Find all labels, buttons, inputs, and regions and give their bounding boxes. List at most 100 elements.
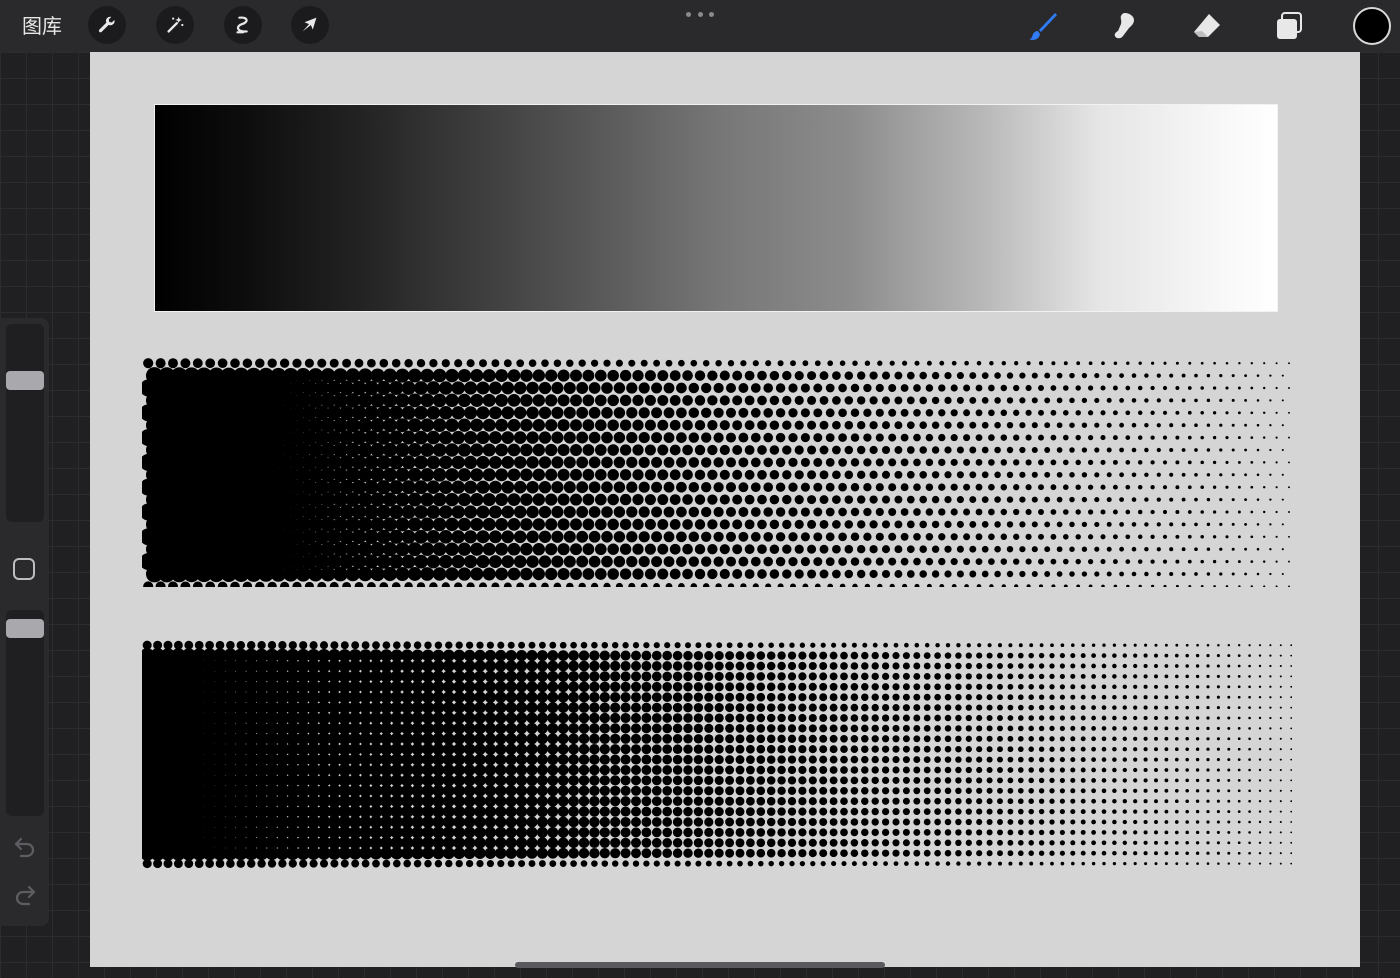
halftone-dot [516, 359, 525, 368]
halftone-dot [794, 495, 804, 505]
halftone-dot [750, 457, 761, 468]
halftone-dot [782, 494, 792, 505]
halftone-dot [701, 531, 712, 542]
halftone-dot [1137, 559, 1143, 564]
halftone-dot [832, 520, 841, 529]
halftone-dot [1279, 716, 1282, 720]
layers-tool[interactable] [1271, 8, 1307, 44]
halftone-dot [420, 393, 435, 408]
halftone-dot [775, 556, 786, 567]
halftone-dot [1007, 850, 1014, 857]
halftone-dot [682, 370, 693, 381]
color-picker-button[interactable] [1353, 7, 1391, 45]
halftone-dot [491, 359, 500, 368]
halftone-dot [357, 541, 373, 557]
halftone-dot [1122, 695, 1127, 700]
halftone-dot [1290, 717, 1292, 719]
halftone-dot [788, 408, 798, 418]
halftone-dot [1164, 736, 1169, 741]
halftone-dot [557, 660, 569, 672]
halftone-dot [1227, 706, 1231, 710]
halftone-dot [997, 746, 1003, 753]
halftone-dot [601, 407, 613, 419]
halftone-dot [1044, 471, 1051, 478]
halftone-dot [872, 861, 878, 867]
brush-size-slider-thumb[interactable] [6, 371, 44, 390]
halftone-dot [981, 496, 989, 503]
drawing-canvas[interactable] [90, 52, 1360, 967]
opacity-slider[interactable] [6, 610, 44, 816]
halftone-dot [986, 756, 993, 763]
opacity-slider-thumb[interactable] [6, 619, 44, 638]
halftone-dot [638, 481, 650, 493]
halftone-dot [787, 838, 797, 847]
halftone-dot [881, 421, 891, 430]
halftone-dot [557, 827, 569, 838]
halftone-dot [441, 582, 450, 587]
halftone-dot [557, 543, 570, 556]
halftone-dot [1187, 559, 1192, 564]
halftone-dot [416, 582, 426, 587]
halftone-dot [484, 649, 497, 662]
halftone-dot [1075, 434, 1081, 441]
halftone-dot [881, 495, 891, 504]
halftone-dot [704, 765, 714, 775]
halftone-dot [168, 358, 178, 369]
halftone-dot [1206, 448, 1211, 452]
halftone-dot [576, 481, 589, 494]
eraser-tool[interactable] [1189, 8, 1225, 44]
halftone-dot [1070, 767, 1076, 773]
halftone-dot [474, 732, 486, 745]
actions-button[interactable] [88, 6, 126, 44]
halftone-dot [683, 786, 693, 796]
transform-button[interactable] [291, 6, 329, 44]
halftone-dot [1075, 484, 1081, 490]
halftone-dot [632, 642, 640, 649]
halftone-dot [453, 722, 466, 735]
halftone-dot [893, 861, 899, 866]
halftone-dot [863, 383, 872, 393]
halftone-dot [1163, 584, 1167, 587]
smudge-tool[interactable] [1107, 8, 1143, 44]
brush-size-slider[interactable] [6, 324, 44, 522]
halftone-dot [342, 358, 352, 368]
modify-button[interactable] [13, 558, 35, 580]
halftone-dot [737, 642, 743, 649]
gallery-button[interactable]: 图库 [14, 10, 70, 42]
halftone-dot [1185, 716, 1189, 720]
halftone-dot [735, 838, 745, 848]
halftone-dot [913, 766, 921, 774]
halftone-dot [1162, 460, 1168, 465]
halftone-dot [638, 407, 650, 419]
halftone-dot [900, 384, 909, 392]
home-indicator[interactable] [515, 962, 885, 968]
halftone-dot [503, 582, 512, 587]
halftone-dot [442, 805, 455, 818]
halftone-dot [1248, 862, 1251, 865]
undo-icon[interactable] [12, 834, 38, 860]
halftone-dot [568, 764, 579, 776]
halftone-dot [913, 557, 921, 566]
halftone-dot [1091, 684, 1096, 690]
halftone-dot [840, 849, 848, 858]
halftone-dot [520, 369, 533, 382]
selection-button[interactable] [224, 6, 262, 44]
halftone-dot [725, 723, 735, 733]
adjustments-button[interactable] [156, 6, 194, 44]
redo-icon[interactable] [12, 882, 38, 908]
halftone-dot [701, 432, 712, 443]
halftone-dot [1126, 584, 1130, 587]
window-grip[interactable] [686, 10, 714, 18]
halftone-dot [416, 359, 426, 368]
halftone-dot [1112, 861, 1117, 866]
halftone-dot [1049, 746, 1055, 752]
halftone-dot [1279, 685, 1282, 688]
halftone-dot [857, 520, 866, 529]
halftone-dot [651, 531, 663, 543]
halftone-dot [532, 543, 545, 556]
halftone-dot [1219, 448, 1223, 452]
halftone-dot [486, 641, 494, 649]
halftone-dot [1231, 374, 1235, 378]
brush-tool[interactable] [1025, 8, 1061, 44]
halftone-dot [1237, 789, 1241, 793]
